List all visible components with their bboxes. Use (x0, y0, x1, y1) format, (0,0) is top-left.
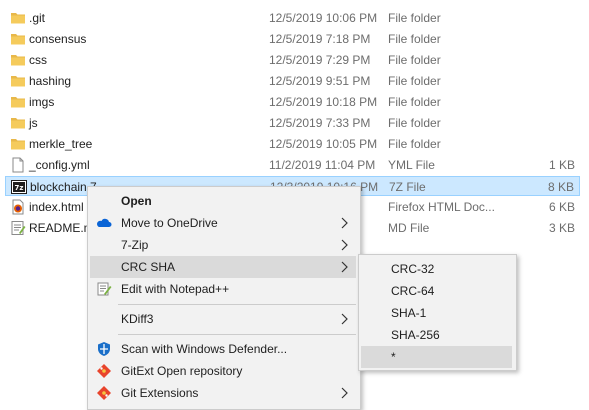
menu-item-open[interactable]: Open (90, 190, 356, 212)
menu-item-label: KDiff3 (121, 312, 154, 326)
file-row-hashing[interactable]: hashing 12/5/2019 9:51 PM File folder (5, 71, 580, 91)
file-date: 12/5/2019 7:18 PM (269, 32, 371, 46)
file-name: imgs (29, 95, 55, 109)
file-name: _config.yml (29, 158, 90, 172)
file-type: Firefox HTML Doc... (388, 200, 495, 214)
gitext-icon (97, 364, 111, 378)
file-type: MD File (388, 221, 430, 235)
menu-item-label: CRC SHA (121, 260, 176, 274)
file-size: 1 KB (548, 158, 575, 172)
folder-icon (11, 55, 25, 66)
file-date: 12/5/2019 10:18 PM (269, 95, 378, 109)
file-row-config-yml[interactable]: _config.yml 11/2/2019 11:04 PM YML File … (5, 155, 580, 175)
folder-icon (11, 13, 25, 24)
file-date: 12/5/2019 10:05 PM (269, 137, 378, 151)
menu-separator (118, 334, 356, 335)
folder-icon (11, 76, 25, 87)
file-row-imgs[interactable]: imgs 12/5/2019 10:18 PM File folder (5, 92, 580, 112)
menu-item-git-extensions[interactable]: Git Extensions (90, 382, 356, 404)
menu-item-label: SHA-256 (391, 328, 440, 342)
file-name: js (29, 116, 38, 130)
file-size: 3 KB (548, 221, 575, 235)
chevron-right-icon (341, 261, 348, 273)
file-date: 12/5/2019 9:51 PM (269, 74, 371, 88)
file-type: File folder (388, 95, 441, 109)
folder-icon (11, 97, 25, 108)
folder-icon (11, 118, 25, 129)
submenu-item-crc-64[interactable]: CRC-64 (361, 280, 512, 302)
menu-item-crc-sha[interactable]: CRC SHA (90, 256, 356, 278)
file-type: File folder (388, 74, 441, 88)
menu-item-label: Move to OneDrive (121, 216, 218, 230)
file-type: YML File (388, 158, 435, 172)
file-name: css (29, 53, 47, 67)
file-type: File folder (388, 32, 441, 46)
file-name: .git (29, 11, 46, 25)
file-type: File folder (388, 116, 441, 130)
windows-defender-icon (98, 342, 110, 356)
file-name: index.html (29, 200, 84, 214)
document-icon (12, 157, 24, 173)
menu-item-kdiff3[interactable]: KDiff3 (90, 308, 356, 330)
menu-item-label: * (391, 350, 396, 364)
menu-item-edit-with-notepadpp[interactable]: Edit with Notepad++ (90, 278, 356, 300)
file-name: merkle_tree (29, 137, 93, 151)
file-size: 8 KB (547, 180, 574, 194)
svg-text:7z: 7z (15, 184, 24, 192)
notepadpp-icon (97, 282, 112, 296)
menu-separator (118, 304, 356, 305)
file-row-git[interactable]: .git 12/5/2019 10:06 PM File folder (5, 8, 580, 28)
html-file-icon (12, 199, 24, 215)
submenu-item-crc-32[interactable]: CRC-32 (361, 258, 512, 280)
menu-item-7zip[interactable]: 7-Zip (90, 234, 356, 256)
file-date: 12/5/2019 7:29 PM (269, 53, 371, 67)
menu-item-label: Open (121, 194, 152, 208)
file-type: File folder (388, 137, 441, 151)
menu-item-label: 7-Zip (121, 238, 149, 252)
file-type: File folder (388, 11, 441, 25)
menu-item-label: CRC-64 (391, 284, 435, 298)
file-name: hashing (29, 74, 72, 88)
chevron-right-icon (341, 387, 348, 399)
menu-item-label: Edit with Notepad++ (121, 282, 230, 296)
submenu-item-sha-1[interactable]: SHA-1 (361, 302, 512, 324)
file-size: 6 KB (548, 200, 575, 214)
submenu-item-sha-256[interactable]: SHA-256 (361, 324, 512, 346)
menu-item-gitext-open-repository[interactable]: GitExt Open repository (90, 360, 356, 382)
menu-item-move-to-onedrive[interactable]: Move to OneDrive (90, 212, 356, 234)
chevron-right-icon (341, 217, 348, 229)
onedrive-icon (97, 218, 112, 227)
chevron-right-icon (341, 313, 348, 325)
file-row-merkle-tree[interactable]: merkle_tree 12/5/2019 10:05 PM File fold… (5, 134, 580, 154)
folder-icon (11, 139, 25, 150)
context-menu: Open Move to OneDrive 7-Zip CRC SHA Edit… (87, 186, 361, 410)
chevron-right-icon (341, 239, 348, 251)
menu-item-label: GitExt Open repository (121, 364, 243, 378)
menu-item-label: Git Extensions (121, 386, 199, 400)
file-date: 12/5/2019 10:06 PM (269, 11, 378, 25)
file-row-js[interactable]: js 12/5/2019 7:33 PM File folder (5, 113, 580, 133)
file-row-css[interactable]: css 12/5/2019 7:29 PM File folder (5, 50, 580, 70)
menu-item-label: SHA-1 (391, 306, 427, 320)
file-date: 11/2/2019 11:04 PM (269, 158, 376, 172)
menu-item-label: Scan with Windows Defender... (121, 342, 288, 356)
notepadpp-file-icon (11, 221, 26, 235)
git-extensions-icon (97, 386, 111, 400)
menu-item-scan-windows-defender[interactable]: Scan with Windows Defender... (90, 338, 356, 360)
file-type: 7Z File (389, 180, 426, 194)
file-name: consensus (29, 32, 87, 46)
file-row-consensus[interactable]: consensus 12/5/2019 7:18 PM File folder (5, 29, 580, 49)
folder-icon (11, 34, 25, 45)
menu-item-label: CRC-32 (391, 262, 435, 276)
file-name: README.m (29, 221, 94, 235)
file-type: File folder (388, 53, 441, 67)
file-date: 12/5/2019 7:33 PM (269, 116, 371, 130)
submenu-item-all[interactable]: * (361, 346, 512, 368)
crc-sha-submenu: CRC-32 CRC-64 SHA-1 SHA-256 * (358, 254, 517, 371)
7z-archive-icon: 7z (11, 180, 27, 194)
